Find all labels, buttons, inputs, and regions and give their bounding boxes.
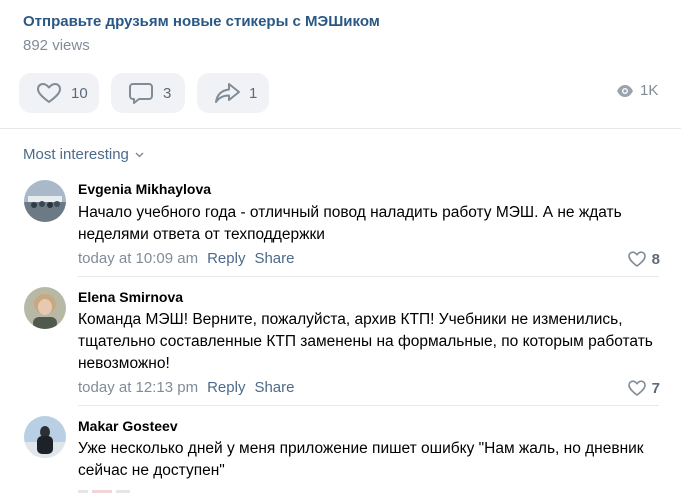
share-arrow-icon	[213, 81, 241, 105]
comment-like-button[interactable]: 8	[627, 250, 660, 268]
heart-icon	[627, 251, 646, 267]
comment-button[interactable]: 3	[111, 73, 185, 113]
like-button[interactable]: 10	[19, 73, 99, 113]
comment-meta: today at 10:09 am Reply Share	[78, 250, 303, 267]
chevron-down-icon	[135, 152, 144, 158]
share-link[interactable]: Share	[254, 250, 294, 267]
share-link[interactable]: Share	[254, 379, 294, 396]
comment-text: Команда МЭШ! Верните, пожалуйста, архив …	[78, 311, 653, 372]
sort-dropdown[interactable]: Most interesting	[23, 146, 145, 163]
comment-text: Начало учебного года - отличный повод на…	[78, 204, 622, 243]
comment-like-count: 7	[651, 379, 660, 397]
divider	[0, 128, 681, 129]
avatar[interactable]	[24, 180, 66, 222]
comment-separator	[78, 405, 659, 406]
reply-button[interactable]: Reply	[207, 379, 245, 396]
views-counter: 1K	[616, 82, 658, 99]
post-views: 892 views	[23, 37, 90, 54]
comment-meta: today at 12:13 pm Reply Share	[78, 379, 303, 396]
share-button[interactable]: 1	[197, 73, 269, 113]
attachment-preview	[78, 490, 158, 493]
reply-button[interactable]: Reply	[207, 250, 245, 267]
comment-like-button[interactable]: 7	[627, 379, 660, 397]
comment-like-count: 8	[651, 250, 660, 268]
heart-icon	[35, 81, 63, 105]
comment-count: 3	[163, 84, 172, 102]
heart-icon	[627, 380, 646, 396]
comment-author[interactable]: Elena Smirnova	[78, 289, 183, 305]
avatar[interactable]	[24, 416, 66, 458]
comment-text: Уже несколько дней у меня приложение пиш…	[78, 440, 644, 479]
comment-time[interactable]: today at 10:09 am	[78, 250, 198, 267]
eye-icon	[617, 84, 633, 97]
comment-author[interactable]: Evgenia Mikhaylova	[78, 181, 211, 197]
comment-separator	[78, 276, 659, 277]
comment-icon	[127, 81, 155, 105]
post-title[interactable]: Отправьте друзьям новые стикеры с МЭШико…	[23, 13, 380, 30]
share-count: 1	[249, 84, 258, 102]
comment-time[interactable]: today at 12:13 pm	[78, 379, 198, 396]
comment-author[interactable]: Makar Gosteev	[78, 418, 178, 434]
like-count: 10	[71, 84, 88, 102]
views-count: 1K	[640, 82, 659, 99]
avatar[interactable]	[24, 287, 66, 329]
sort-label: Most interesting	[23, 146, 129, 163]
